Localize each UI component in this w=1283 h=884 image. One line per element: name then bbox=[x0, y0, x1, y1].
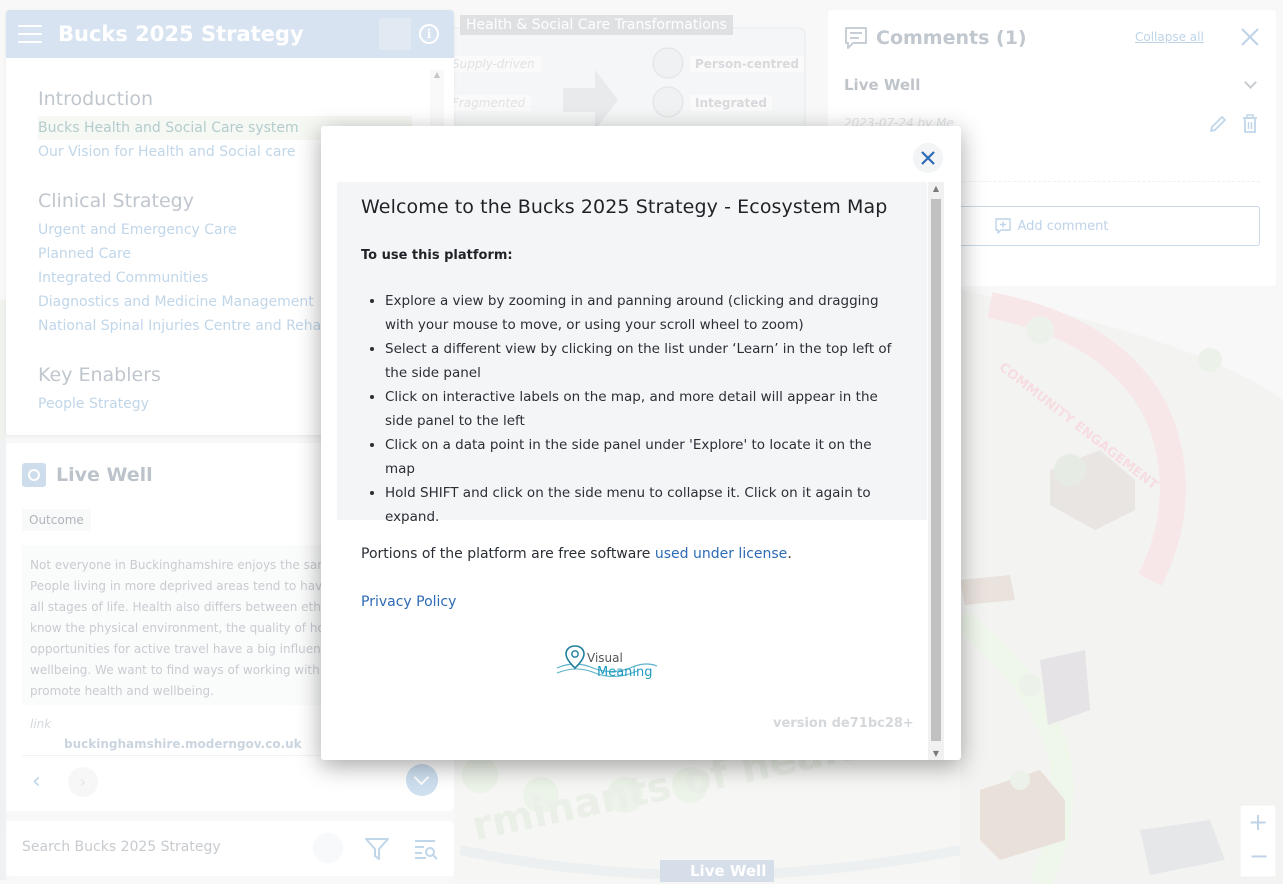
close-dialog-button[interactable] bbox=[913, 143, 943, 173]
scroll-down-arrow[interactable]: ▼ bbox=[928, 749, 944, 758]
usage-list: Explore a view by zooming in and panning… bbox=[361, 289, 903, 529]
license-suffix: . bbox=[787, 546, 792, 562]
welcome-info-box: Welcome to the Bucks 2025 Strategy - Eco… bbox=[337, 182, 927, 525]
license-link[interactable]: used under license bbox=[655, 546, 787, 562]
usage-item: Hold SHIFT and click on the side menu to… bbox=[385, 481, 903, 529]
usage-item: Click on a data point in the side panel … bbox=[385, 433, 903, 481]
scroll-up-arrow[interactable]: ▲ bbox=[928, 184, 944, 193]
logo-text-visual: Visual bbox=[587, 651, 623, 665]
usage-item: Click on interactive labels on the map, … bbox=[385, 385, 903, 433]
dialog-title: Welcome to the Bucks 2025 Strategy - Eco… bbox=[361, 196, 888, 218]
scrollbar-thumb[interactable] bbox=[931, 199, 941, 741]
visual-meaning-logo: Visual Meaning bbox=[556, 645, 658, 680]
close-icon bbox=[921, 151, 935, 165]
privacy-policy-link[interactable]: Privacy Policy bbox=[361, 594, 456, 610]
usage-item: Explore a view by zooming in and panning… bbox=[385, 289, 903, 337]
logo-text-meaning: Meaning bbox=[597, 665, 653, 680]
welcome-dialog: Welcome to the Bucks 2025 Strategy - Eco… bbox=[321, 126, 961, 760]
version-label: version de71bc28+ bbox=[773, 716, 914, 731]
license-prefix: Portions of the platform are free softwa… bbox=[361, 546, 655, 562]
usage-item: Select a different view by clicking on t… bbox=[385, 337, 903, 385]
license-text: Portions of the platform are free softwa… bbox=[361, 546, 792, 562]
usage-heading: To use this platform: bbox=[361, 248, 513, 263]
dialog-scrollbar[interactable]: ▲ ▼ bbox=[928, 182, 944, 760]
